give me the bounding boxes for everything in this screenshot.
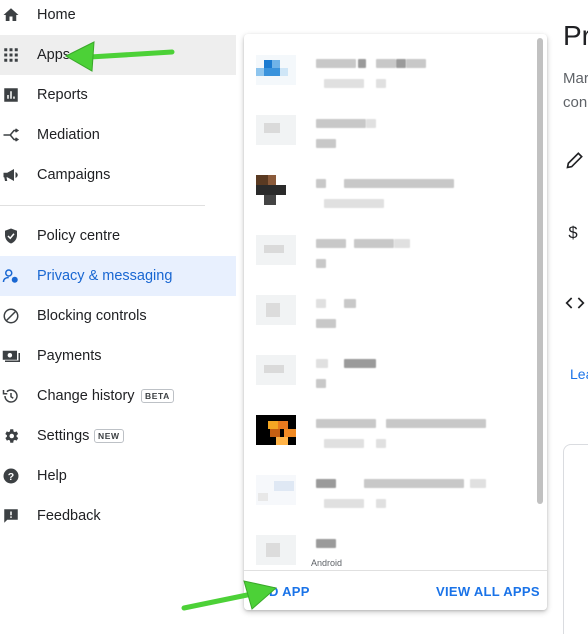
app-platform-redacted <box>324 439 364 448</box>
sidebar-item-label: Feedback <box>37 508 101 524</box>
sidebar-item-label: Mediation <box>37 127 100 143</box>
list-item[interactable] <box>244 220 534 280</box>
app-name-redacted <box>316 59 356 68</box>
home-icon <box>3 8 19 21</box>
app-name-redacted <box>316 359 328 368</box>
app-platform-redacted <box>316 259 326 268</box>
app-picker-footer: D APP VIEW ALL APPS <box>244 570 547 610</box>
list-item[interactable] <box>244 280 534 340</box>
apps-grid-icon <box>4 48 18 62</box>
reports-icon <box>4 88 18 102</box>
app-icon <box>256 295 296 325</box>
sidebar-divider <box>0 205 205 206</box>
sidebar-item-policy-centre[interactable]: Policy centre <box>0 216 236 256</box>
app-icon <box>256 55 296 85</box>
content-card <box>563 444 588 634</box>
sidebar-item-label: Payments <box>37 348 102 364</box>
campaigns-icon <box>3 169 18 181</box>
learn-more-link[interactable]: Lea <box>570 366 588 382</box>
app-icon <box>256 355 296 385</box>
sidebar-item-label: Blocking controls <box>37 308 147 324</box>
new-badge: NEW <box>94 429 124 443</box>
list-item[interactable]: Android <box>244 520 534 570</box>
sidebar-item-privacy-messaging[interactable]: Privacy & messaging <box>0 256 236 296</box>
list-item[interactable] <box>244 460 534 520</box>
sidebar-item-feedback[interactable]: Feedback <box>0 496 236 536</box>
dollar-icon: $ <box>568 223 577 242</box>
app-name-redacted <box>316 299 326 308</box>
app-name-redacted <box>316 119 366 128</box>
app-platform-redacted <box>316 379 326 388</box>
app-icon <box>256 475 296 505</box>
gear-icon <box>5 429 19 443</box>
app-icon <box>256 115 296 145</box>
list-item[interactable] <box>244 340 534 400</box>
privacy-icon <box>2 269 18 283</box>
app-icon <box>256 535 296 565</box>
sidebar-item-label: Change history <box>37 388 135 404</box>
mediation-icon <box>3 128 20 142</box>
app-picker-panel: Android D APP VIEW ALL APPS <box>244 34 547 610</box>
code-icon <box>565 297 585 309</box>
annotation-arrow-icon <box>64 41 175 72</box>
sidebar-item-label: Settings <box>37 428 90 444</box>
sidebar-item-reports[interactable]: Reports <box>0 75 236 115</box>
app-icon <box>256 175 296 205</box>
app-platform-redacted <box>324 79 364 88</box>
app-platform-redacted <box>316 319 336 328</box>
app-platform-redacted <box>324 199 384 208</box>
app-name-redacted <box>316 539 336 548</box>
app-icon <box>256 415 296 445</box>
pencil-icon[interactable] <box>565 150 585 170</box>
app-platform-label: Android <box>311 558 343 568</box>
sidebar-nav: Home Apps Reports Mediation Campaigns Po… <box>0 0 236 634</box>
beta-badge: BETA <box>141 389 174 403</box>
sidebar-item-home[interactable]: Home <box>0 0 236 35</box>
payments-icon <box>2 350 20 362</box>
feedback-icon <box>4 509 18 523</box>
view-all-apps-button[interactable]: VIEW ALL APPS <box>436 584 540 599</box>
sidebar-item-payments[interactable]: Payments <box>0 336 236 376</box>
app-name-redacted <box>316 239 346 248</box>
annotation-arrow-icon <box>181 580 278 611</box>
history-icon <box>2 389 18 403</box>
app-name-redacted <box>316 419 376 428</box>
help-icon: ? <box>3 468 19 484</box>
list-item[interactable] <box>244 160 534 220</box>
list-item[interactable] <box>244 40 534 100</box>
app-name-redacted <box>316 179 326 188</box>
app-list-scrollbar[interactable] <box>537 38 543 504</box>
app-platform-redacted <box>316 139 336 148</box>
app-list: Android <box>244 34 547 570</box>
sidebar-item-label: Home <box>37 7 76 23</box>
sidebar-item-label: Reports <box>37 87 88 103</box>
list-item[interactable] <box>244 100 534 160</box>
sidebar-item-campaigns[interactable]: Campaigns <box>0 155 236 195</box>
sidebar-item-label: Policy centre <box>37 228 121 244</box>
sidebar-item-label: Privacy & messaging <box>37 268 173 284</box>
sidebar-item-label: Campaigns <box>37 167 111 183</box>
sidebar-item-mediation[interactable]: Mediation <box>0 115 236 155</box>
app-platform-redacted <box>324 499 364 508</box>
page-title: Pr <box>563 20 588 51</box>
blocking-icon <box>3 308 19 324</box>
svg-text:$: $ <box>568 223 577 242</box>
shield-icon <box>5 228 17 244</box>
page-subtitle-continued: con <box>563 94 588 111</box>
sidebar-item-help[interactable]: ? Help <box>0 456 236 496</box>
app-name-redacted <box>316 479 336 488</box>
sidebar-item-label: Help <box>37 468 67 484</box>
sidebar-item-blocking-controls[interactable]: Blocking controls <box>0 296 236 336</box>
page-subtitle: Mar <box>563 70 588 87</box>
list-item[interactable] <box>244 400 534 460</box>
app-icon <box>256 235 296 265</box>
sidebar-item-change-history[interactable]: Change history BETA <box>0 376 236 416</box>
sidebar-item-settings[interactable]: Settings NEW <box>0 416 236 456</box>
svg-text:?: ? <box>8 471 14 483</box>
